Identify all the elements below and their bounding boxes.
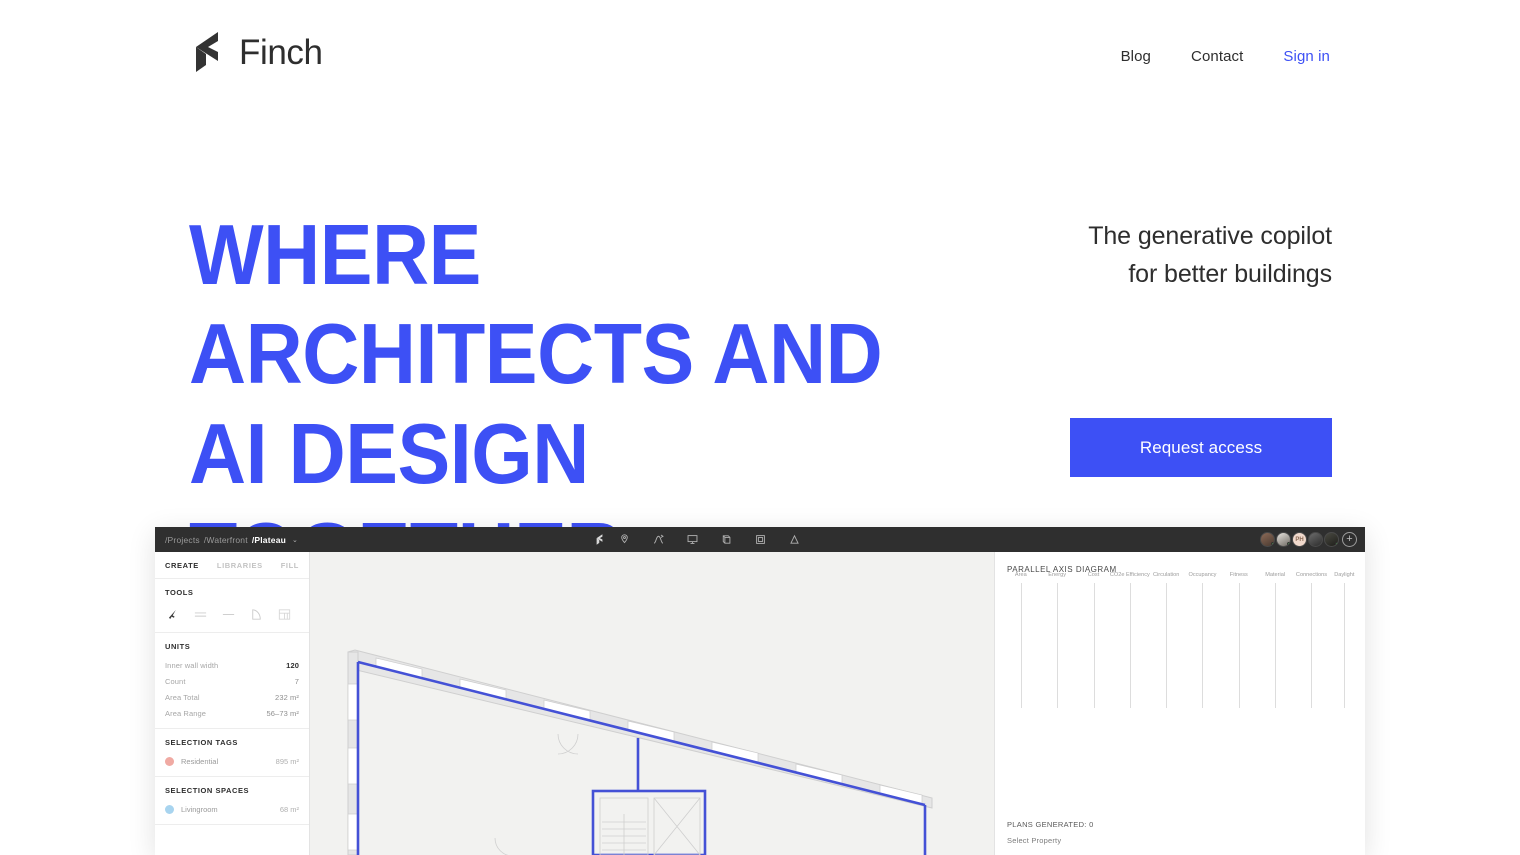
- breadcrumb-projects[interactable]: /Projects: [165, 535, 200, 545]
- selection-tags-title: SELECTION TAGS: [165, 738, 238, 747]
- unit-value: 56–73 m²: [266, 709, 299, 718]
- avatar[interactable]: [1308, 532, 1323, 547]
- space-value: 68 m²: [279, 805, 299, 814]
- tag-color-dot-icon: [165, 757, 174, 766]
- selection-spaces-title: SELECTION SPACES: [165, 786, 250, 795]
- parallel-axis-diagram[interactable]: Area Energy Cost CO2e Efficiency Circula…: [1007, 572, 1354, 723]
- monitor-icon[interactable]: [686, 533, 699, 546]
- axis-label: Occupancy: [1188, 572, 1217, 578]
- tools-section-title: TOOLS: [165, 588, 194, 597]
- axis-label: Cost: [1087, 572, 1100, 578]
- unit-label: Area Total: [165, 693, 200, 702]
- tag-value: 895 m²: [275, 757, 299, 766]
- landing-page: Finch Blog Contact Sign in Where archite…: [0, 0, 1520, 855]
- avatar[interactable]: [1324, 532, 1339, 547]
- panel-tabs: CREATE LIBRARIES FILL: [155, 552, 309, 579]
- unit-row: Area Range 56–73 m²: [165, 709, 299, 718]
- path-curve-icon[interactable]: [652, 533, 665, 546]
- axis-label: Material: [1265, 572, 1286, 578]
- unit-row: Inner wall width 120: [165, 661, 299, 670]
- hero-tagline: The generative copilot for better buildi…: [912, 218, 1332, 293]
- hero-tagline-line1: The generative copilot: [1088, 222, 1332, 250]
- cube-icon[interactable]: [720, 533, 733, 546]
- floorplan-canvas[interactable]: [310, 552, 995, 855]
- axis-label: Daylight: [1334, 572, 1355, 578]
- plans-status-block: PLANS GENERATED: 0 Select Property: [1007, 820, 1094, 845]
- avatar[interactable]: [1260, 532, 1275, 547]
- breadcrumb-waterfront[interactable]: /Waterfront: [204, 535, 248, 545]
- tab-fill[interactable]: FILL: [281, 561, 299, 570]
- tag-label: Residential: [181, 757, 219, 766]
- axis-label: Connections: [1295, 572, 1328, 578]
- right-sidebar: PARALLEL AXIS DIAGRAM Area Energy Cost C…: [995, 552, 1365, 855]
- unit-label: Count: [165, 677, 186, 686]
- app-body: CREATE LIBRARIES FILL TOOLS UNITS Inner …: [155, 552, 1365, 855]
- unit-row: Area Total 232 m²: [165, 693, 299, 702]
- chevron-down-icon[interactable]: ⌄: [292, 536, 298, 544]
- space-label: Livingroom: [181, 805, 218, 814]
- units-section: UNITS Inner wall width 120 Count 7 Area …: [155, 633, 309, 729]
- selection-tags-section: SELECTION TAGS Residential 895 m²: [155, 729, 309, 777]
- request-access-button[interactable]: Request access: [1070, 418, 1332, 477]
- avatar[interactable]: [1276, 532, 1291, 547]
- breadcrumb-plateau[interactable]: /Plateau: [252, 535, 286, 545]
- building-window-icon[interactable]: [754, 533, 767, 546]
- axis-label: CO2e Efficiency: [1109, 572, 1150, 578]
- tools-row: [165, 607, 299, 622]
- axis-label: Area: [1014, 572, 1027, 578]
- tab-libraries[interactable]: LIBRARIES: [217, 561, 263, 570]
- unit-value: 7: [294, 677, 299, 686]
- axis-label: Fitness: [1229, 572, 1248, 578]
- space-color-dot-icon: [165, 805, 174, 814]
- unit-label: Area Range: [165, 709, 207, 718]
- axis-label: Energy: [1048, 572, 1067, 578]
- avatar[interactable]: PH: [1292, 532, 1307, 547]
- units-section-title: UNITS: [165, 642, 191, 651]
- location-pin-icon[interactable]: [618, 533, 631, 546]
- unit-row: Count 7: [165, 677, 299, 686]
- list-item[interactable]: Residential 895 m²: [165, 757, 299, 766]
- unit-value: 120: [286, 661, 299, 670]
- list-item[interactable]: Livingroom 68 m²: [165, 805, 299, 814]
- hero-section: Where architects and AI design together.…: [0, 0, 1520, 601]
- app-topbar: /Projects /Waterfront /Plateau ⌄ PH +: [155, 527, 1365, 552]
- grid-room-icon[interactable]: [277, 607, 292, 622]
- tools-section: TOOLS: [155, 579, 309, 633]
- app-screenshot: /Projects /Waterfront /Plateau ⌄ PH + CR…: [155, 527, 1365, 855]
- add-user-button[interactable]: +: [1342, 532, 1357, 547]
- app-finch-logo-icon: [594, 533, 604, 546]
- plans-generated-status: PLANS GENERATED: 0: [1007, 820, 1094, 829]
- double-wall-icon[interactable]: [193, 607, 208, 622]
- left-sidebar: CREATE LIBRARIES FILL TOOLS UNITS Inner …: [155, 552, 310, 855]
- breadcrumb[interactable]: /Projects /Waterfront /Plateau ⌄: [165, 527, 298, 552]
- curve-wall-icon[interactable]: [249, 607, 264, 622]
- collaborator-avatars: PH +: [1260, 527, 1357, 552]
- triangle-icon[interactable]: [788, 533, 801, 546]
- select-property-label[interactable]: Select Property: [1007, 836, 1094, 845]
- single-line-icon[interactable]: [221, 607, 236, 622]
- hero-tagline-line2: for better buildings: [1128, 259, 1332, 288]
- app-toolbar: [618, 527, 801, 552]
- unit-label: Inner wall width: [165, 661, 219, 670]
- tab-create[interactable]: CREATE: [165, 561, 199, 570]
- axis-label: Circulation: [1152, 572, 1180, 578]
- cursor-icon[interactable]: [165, 607, 180, 622]
- unit-value: 232 m²: [275, 693, 299, 702]
- selection-spaces-section: SELECTION SPACES Livingroom 68 m²: [155, 777, 309, 825]
